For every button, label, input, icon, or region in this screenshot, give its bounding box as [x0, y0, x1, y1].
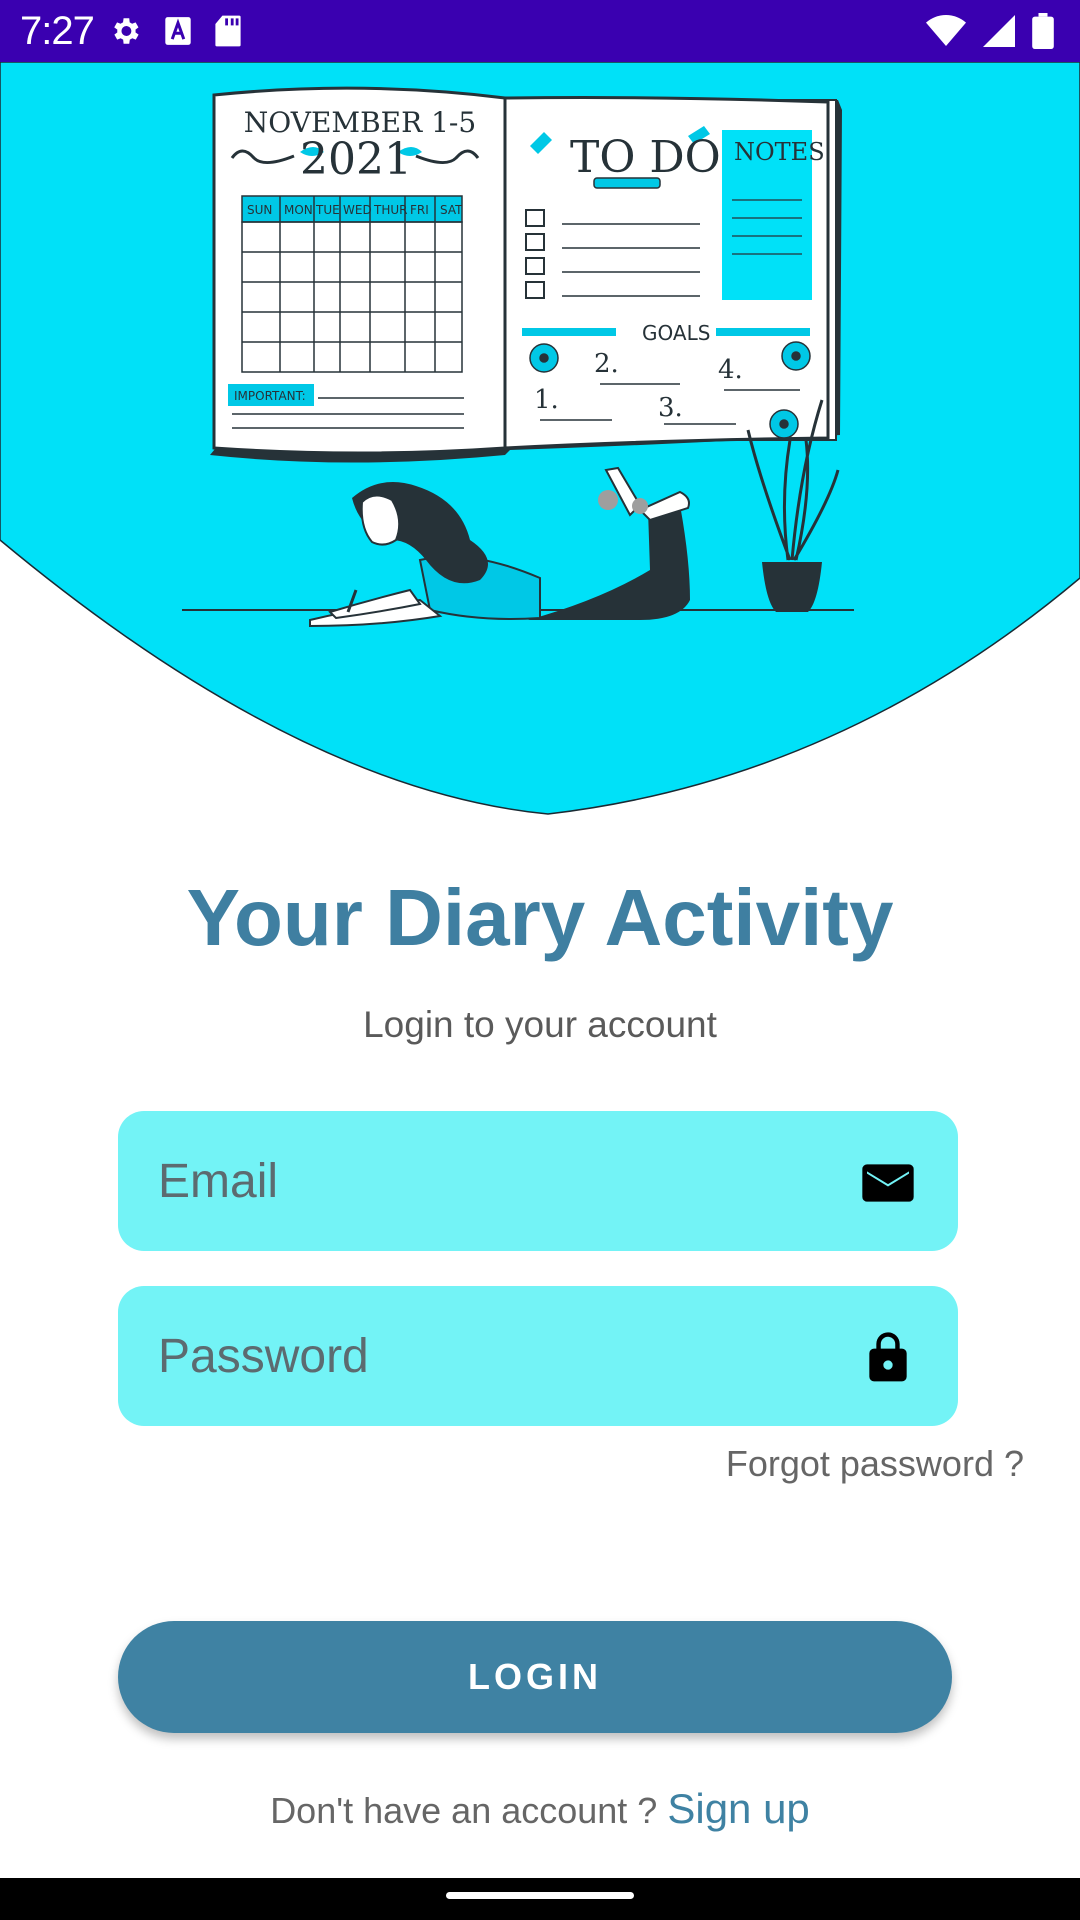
hero-svg: NOVEMBER 1-5 2021 SUN MON TUE WED THUR F…: [0, 61, 1080, 815]
flower-icon: [769, 409, 799, 439]
planner-goals-title: GOALS: [642, 321, 710, 345]
navigation-bar: [0, 1878, 1080, 1920]
lock-icon: [869, 1332, 907, 1382]
planner-year: 2021: [300, 134, 412, 185]
mail-icon: [862, 1164, 914, 1202]
gear-icon: [114, 18, 139, 44]
status-time: 7:27: [20, 9, 95, 53]
weekday-label: FRI: [410, 203, 429, 217]
app-title: Your Diary Activity: [186, 873, 894, 962]
flower-icon: [781, 341, 811, 371]
status-icons-right: [926, 13, 1054, 49]
goal-number: 4.: [718, 355, 743, 385]
login-button[interactable]: LOGIN: [118, 1621, 952, 1733]
weekday-label: SAT: [440, 203, 463, 217]
battery-icon: [1032, 13, 1054, 49]
a-notification-icon: [165, 17, 191, 45]
password-input[interactable]: [158, 1286, 838, 1426]
home-gesture-handle[interactable]: [446, 1892, 634, 1899]
email-input[interactable]: [158, 1111, 838, 1251]
flower-icon: [529, 343, 559, 373]
forgot-password-link[interactable]: Forgot password ?: [726, 1442, 1024, 1486]
login-subtitle: Login to your account: [363, 1004, 717, 1045]
weekday-label: TUE: [315, 203, 340, 217]
planner-todo-title: TO DO:: [570, 132, 736, 183]
weekday-label: THUR: [373, 203, 407, 217]
hero-illustration: NOVEMBER 1-5 2021 SUN MON TUE WED THUR F…: [0, 61, 1080, 822]
goal-number: 3.: [658, 393, 683, 423]
wifi-icon: [926, 15, 966, 46]
sd-card-icon: [215, 15, 241, 47]
planner-important-label: IMPORTANT:: [234, 389, 306, 403]
weekday-label: WED: [343, 203, 372, 217]
status-bar: 7:27: [0, 0, 1080, 62]
email-field[interactable]: [118, 1111, 958, 1251]
goal-number: 1.: [534, 385, 559, 415]
password-field[interactable]: [118, 1286, 958, 1426]
weekday-label: MON: [284, 203, 313, 217]
planner-notes-title: NOTES: [734, 138, 825, 166]
signup-prompt: Don't have an account ?: [270, 1790, 668, 1831]
weekday-label: SUN: [247, 203, 272, 217]
signup-link[interactable]: Sign up: [667, 1785, 809, 1832]
signup-row: Don't have an account ? Sign up: [0, 1784, 1080, 1836]
signal-icon: [983, 15, 1015, 47]
status-icons-left: [108, 14, 242, 48]
goal-number: 2.: [594, 349, 619, 379]
